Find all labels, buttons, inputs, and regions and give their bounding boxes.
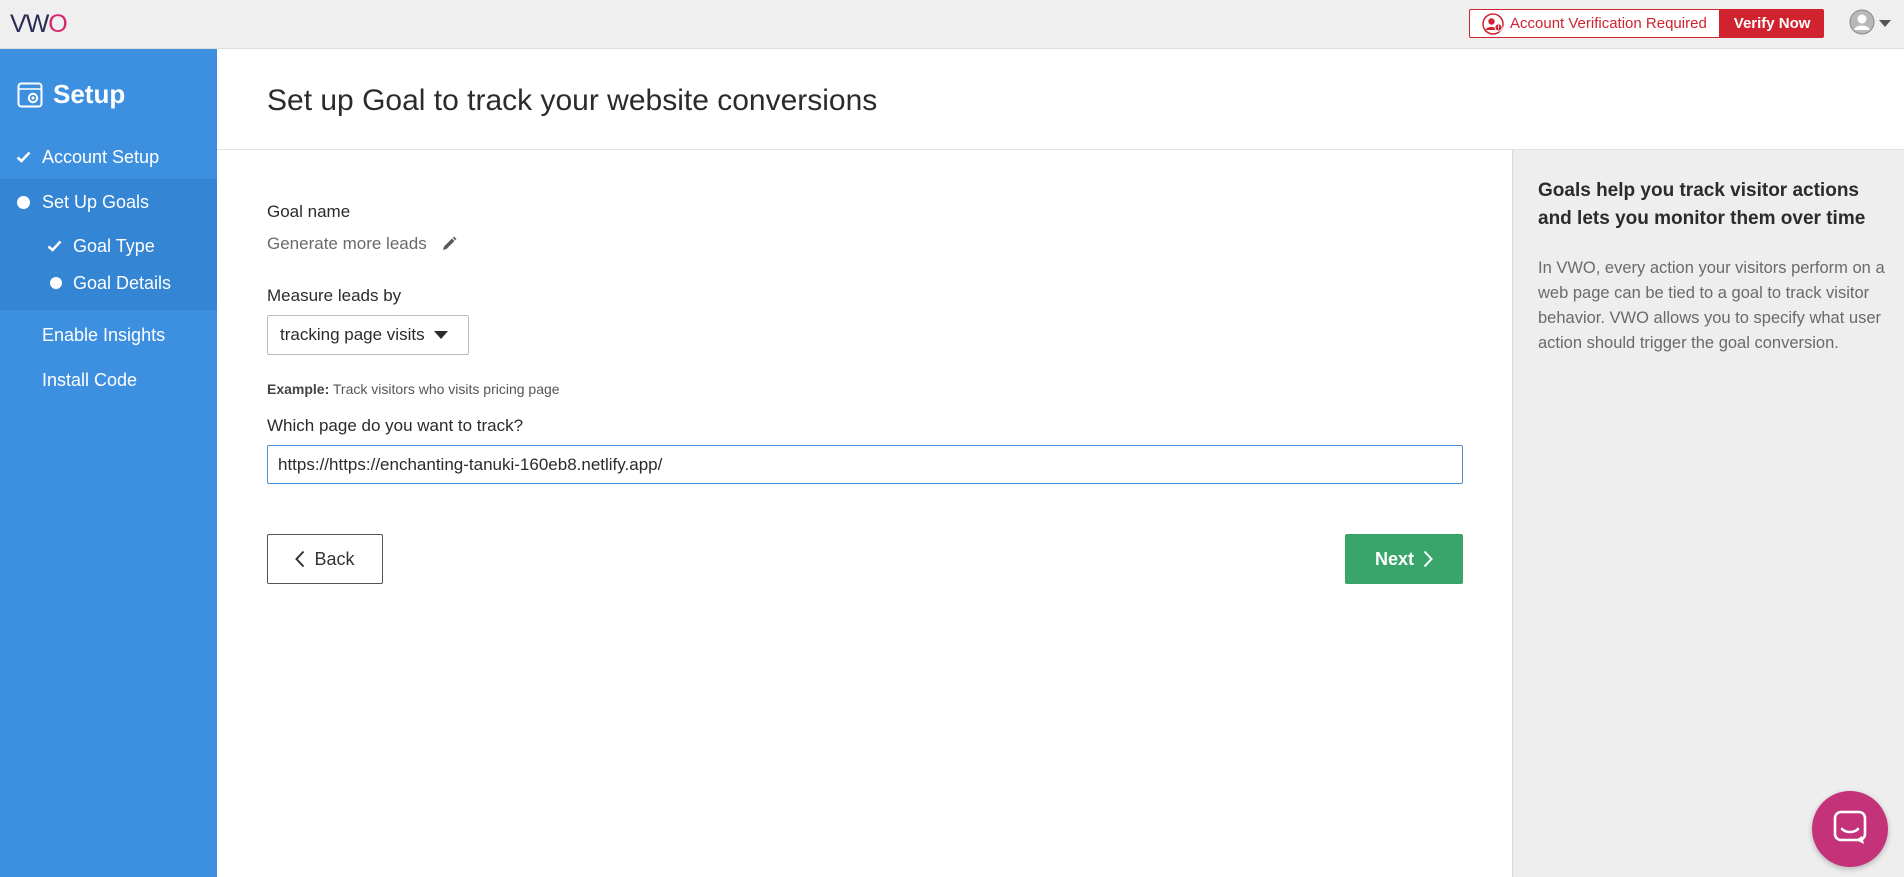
example-hint: Example: Track visitors who visits prici…: [267, 381, 560, 397]
track-page-label: Which page do you want to track?: [267, 416, 524, 435]
back-button-label: Back: [314, 548, 355, 569]
user-warning-icon: [1482, 12, 1504, 35]
pencil-edit-icon[interactable]: [441, 236, 457, 252]
sidebar-item-label: Enable Insights: [42, 324, 166, 345]
account-verification-banner: Account Verification Required Verify Now: [1469, 9, 1825, 38]
chat-bubble-icon: [1832, 809, 1868, 850]
goal-name-value-row: Generate more leads: [267, 234, 457, 254]
measure-leads-selected-value: tracking page visits: [280, 325, 425, 344]
page-header: Set up Goal to track your website conver…: [217, 49, 1904, 150]
sidebar-item-label: Set Up Goals: [42, 191, 150, 212]
current-step-dot-icon: [0, 277, 73, 289]
setup-gear-icon: [17, 82, 43, 108]
caret-down-icon: [1879, 15, 1891, 33]
sidebar-item-label: Account Setup: [42, 146, 160, 167]
verification-text: Account Verification Required: [1510, 15, 1707, 32]
measure-leads-select[interactable]: tracking page visits: [267, 315, 469, 355]
goal-details-form: Goal name Generate more leads Measure le…: [217, 150, 1512, 877]
chevron-left-icon: [295, 550, 305, 568]
next-button-label: Next: [1374, 548, 1414, 569]
sidebar-item-install-code[interactable]: Install Code: [0, 360, 217, 400]
user-menu[interactable]: [1849, 9, 1895, 40]
setup-sidebar: Setup Account Setup Set Up Goals Goal Ty…: [0, 49, 217, 877]
sidebar-group-set-up-goals: Set Up Goals Goal Type Goal Details: [0, 179, 217, 310]
sidebar-item-label: Install Code: [42, 369, 138, 390]
measure-leads-label: Measure leads by: [267, 286, 402, 305]
chevron-right-icon: [1423, 550, 1433, 568]
track-page-url-input[interactable]: [267, 445, 1463, 484]
sidebar-subitem-goal-type[interactable]: Goal Type: [0, 229, 217, 263]
example-prefix: Example:: [267, 381, 330, 397]
goal-name-value: Generate more leads: [267, 234, 427, 253]
help-panel: Goals help you track visitor actions and…: [1512, 150, 1904, 877]
help-title: Goals help you track visitor actions and…: [1538, 180, 1866, 229]
sidebar-item-set-up-goals[interactable]: Set Up Goals: [0, 182, 217, 222]
sidebar-subitem-goal-details[interactable]: Goal Details: [0, 266, 217, 300]
current-step-dot-icon: [0, 195, 42, 209]
sidebar-item-enable-insights[interactable]: Enable Insights: [0, 315, 217, 355]
logo-letter-v: V: [10, 10, 27, 38]
sidebar-title: Setup: [17, 79, 125, 110]
top-bar: VWO Account Verification Required Verify…: [0, 0, 1904, 49]
sidebar-title-text: Setup: [53, 79, 126, 109]
sidebar-item-account-setup[interactable]: Account Setup: [0, 137, 217, 177]
sidebar-subitem-label: Goal Details: [73, 272, 172, 293]
check-icon: [0, 240, 73, 252]
chat-launcher-button[interactable]: [1812, 791, 1888, 867]
verify-now-button[interactable]: Verify Now: [1719, 9, 1825, 38]
check-icon: [0, 151, 42, 163]
next-button[interactable]: Next: [1345, 534, 1463, 584]
sidebar-subitem-label: Goal Type: [73, 235, 155, 256]
vwo-logo[interactable]: VWO: [10, 10, 68, 38]
verification-alert[interactable]: Account Verification Required: [1469, 9, 1720, 38]
caret-down-icon: [433, 331, 448, 339]
help-body: In VWO, every action your visitors perfo…: [1538, 259, 1885, 352]
logo-letter-w: W: [25, 10, 50, 38]
example-text: Track visitors who visits pricing page: [332, 381, 560, 397]
logo-letter-o: O: [48, 10, 67, 38]
goal-name-label: Goal name: [267, 202, 351, 221]
page-title: Set up Goal to track your website conver…: [267, 84, 878, 117]
user-avatar-icon: [1849, 9, 1875, 40]
back-button[interactable]: Back: [267, 534, 383, 584]
